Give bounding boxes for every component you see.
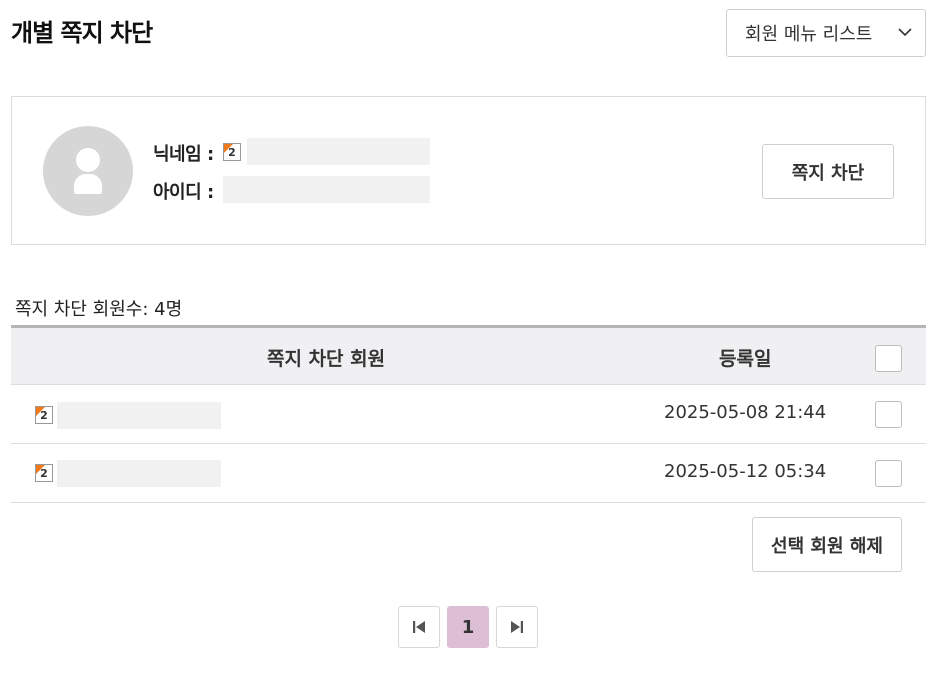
id-label: 아이디 : [153, 182, 214, 203]
avatar-body-icon [74, 174, 102, 194]
header-date: 등록일 [719, 348, 772, 370]
level-icon: 2 [223, 143, 241, 161]
member-menu-select[interactable]: 회원 메뉴 리스트 [726, 9, 926, 57]
row-checkbox[interactable] [875, 401, 902, 428]
registered-date: 2025-05-12 05:34 [664, 461, 827, 482]
level-icon: 2 [35, 464, 53, 482]
block-message-button[interactable]: 쪽지 차단 [762, 144, 894, 199]
row-checkbox[interactable] [875, 460, 902, 487]
header-member: 쪽지 차단 회원 [267, 348, 386, 370]
level-icon: 2 [35, 406, 53, 424]
member-menu-select-label: 회원 메뉴 리스트 [745, 24, 873, 45]
registered-date: 2025-05-08 21:44 [664, 402, 827, 423]
table-row: 2 2025-05-08 21:44 [11, 385, 926, 444]
blocked-members-table: 쪽지 차단 회원 등록일 2 2025-05-08 21:44 2 2025-0… [11, 325, 926, 503]
nickname-label: 닉네임 : [153, 144, 214, 165]
member-name[interactable] [57, 460, 221, 487]
avatar-head-icon [76, 148, 100, 172]
page-title: 개별 쪽지 차단 [11, 19, 153, 47]
last-page-icon [511, 621, 523, 633]
select-all-checkbox[interactable] [875, 345, 902, 372]
member-name[interactable] [57, 402, 221, 429]
chevron-down-icon [898, 28, 912, 37]
avatar [43, 126, 133, 216]
first-page-button[interactable] [398, 606, 440, 648]
first-page-icon [413, 621, 425, 633]
page-1-button[interactable]: 1 [447, 606, 489, 648]
table-row: 2 2025-05-12 05:34 [11, 444, 926, 503]
release-selected-button[interactable]: 선택 회원 해제 [752, 517, 902, 572]
id-value [223, 176, 430, 203]
blocked-count: 쪽지 차단 회원수: 4명 [15, 299, 183, 320]
profile-card: 닉네임 : 2 아이디 : 쪽지 차단 [11, 96, 926, 245]
nickname-value [247, 138, 430, 165]
table-header: 쪽지 차단 회원 등록일 [11, 325, 926, 385]
last-page-button[interactable] [496, 606, 538, 648]
